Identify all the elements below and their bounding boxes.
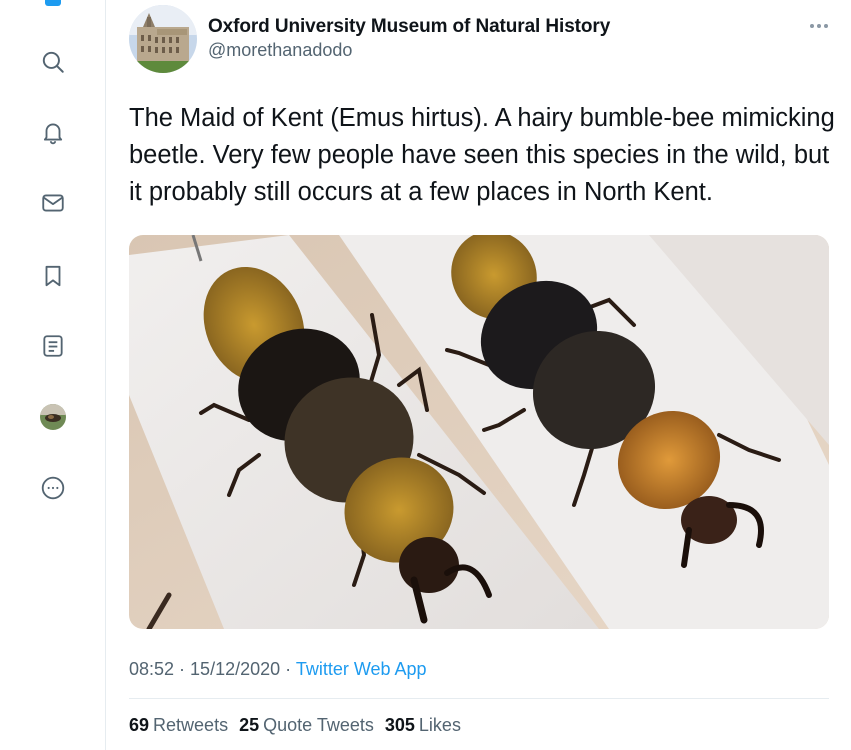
more-dot-icon [810,24,814,28]
tweet-photo[interactable] [129,235,829,629]
quote-tweets-stat[interactable]: 25 Quote Tweets [239,715,374,736]
retweets-stat[interactable]: 69 Retweets [129,715,228,736]
meta-separator: · [174,659,191,679]
lists-button[interactable] [34,327,72,365]
tweet-stats: 69 Retweets 25 Quote Tweets 305 Likes [129,715,467,736]
more-dot-icon [817,24,821,28]
tweet-time[interactable]: 08:52 [129,659,174,679]
likes-stat[interactable]: 305 Likes [385,715,461,736]
more-menu-button[interactable] [34,469,72,507]
profile-button[interactable] [34,398,72,436]
tweet-text: The Maid of Kent (Emus hirtus). A hairy … [129,104,835,206]
bookmarks-button[interactable] [34,257,72,295]
retweets-label: Retweets [153,715,229,735]
messages-button[interactable] [34,184,72,222]
lists-icon [43,335,63,357]
meta-separator: · [280,659,296,679]
author-name[interactable]: Oxford University Museum of Natural Hist… [208,16,610,38]
author-handle[interactable]: @morethanadodo [208,40,352,61]
tweet-timestamp-line: 08:52 · 15/12/2020 · Twitter Web App [129,659,427,680]
tweet-more-button[interactable] [806,16,832,36]
beetle-specimens-image [129,235,829,629]
retweets-count: 69 [129,715,150,735]
notifications-icon [43,123,63,145]
profile-avatar [40,404,66,430]
likes-label: Likes [418,715,461,735]
messages-icon [42,194,64,212]
likes-count: 305 [384,715,415,735]
search-button[interactable] [34,43,72,81]
quote-tweets-count: 25 [239,715,260,735]
tweet-date[interactable]: 15/12/2020 [190,659,280,679]
quote-tweets-label: Quote Tweets [263,715,374,735]
home-icon[interactable] [45,0,61,6]
author-avatar[interactable] [129,5,197,73]
notifications-button[interactable] [34,113,72,151]
more-options-icon [41,476,65,500]
search-icon [42,51,64,73]
nav-rail [0,0,106,750]
tweet-source-link[interactable]: Twitter Web App [296,659,427,679]
more-dot-icon [824,24,828,28]
bookmarks-icon [45,265,61,287]
divider [129,698,829,699]
